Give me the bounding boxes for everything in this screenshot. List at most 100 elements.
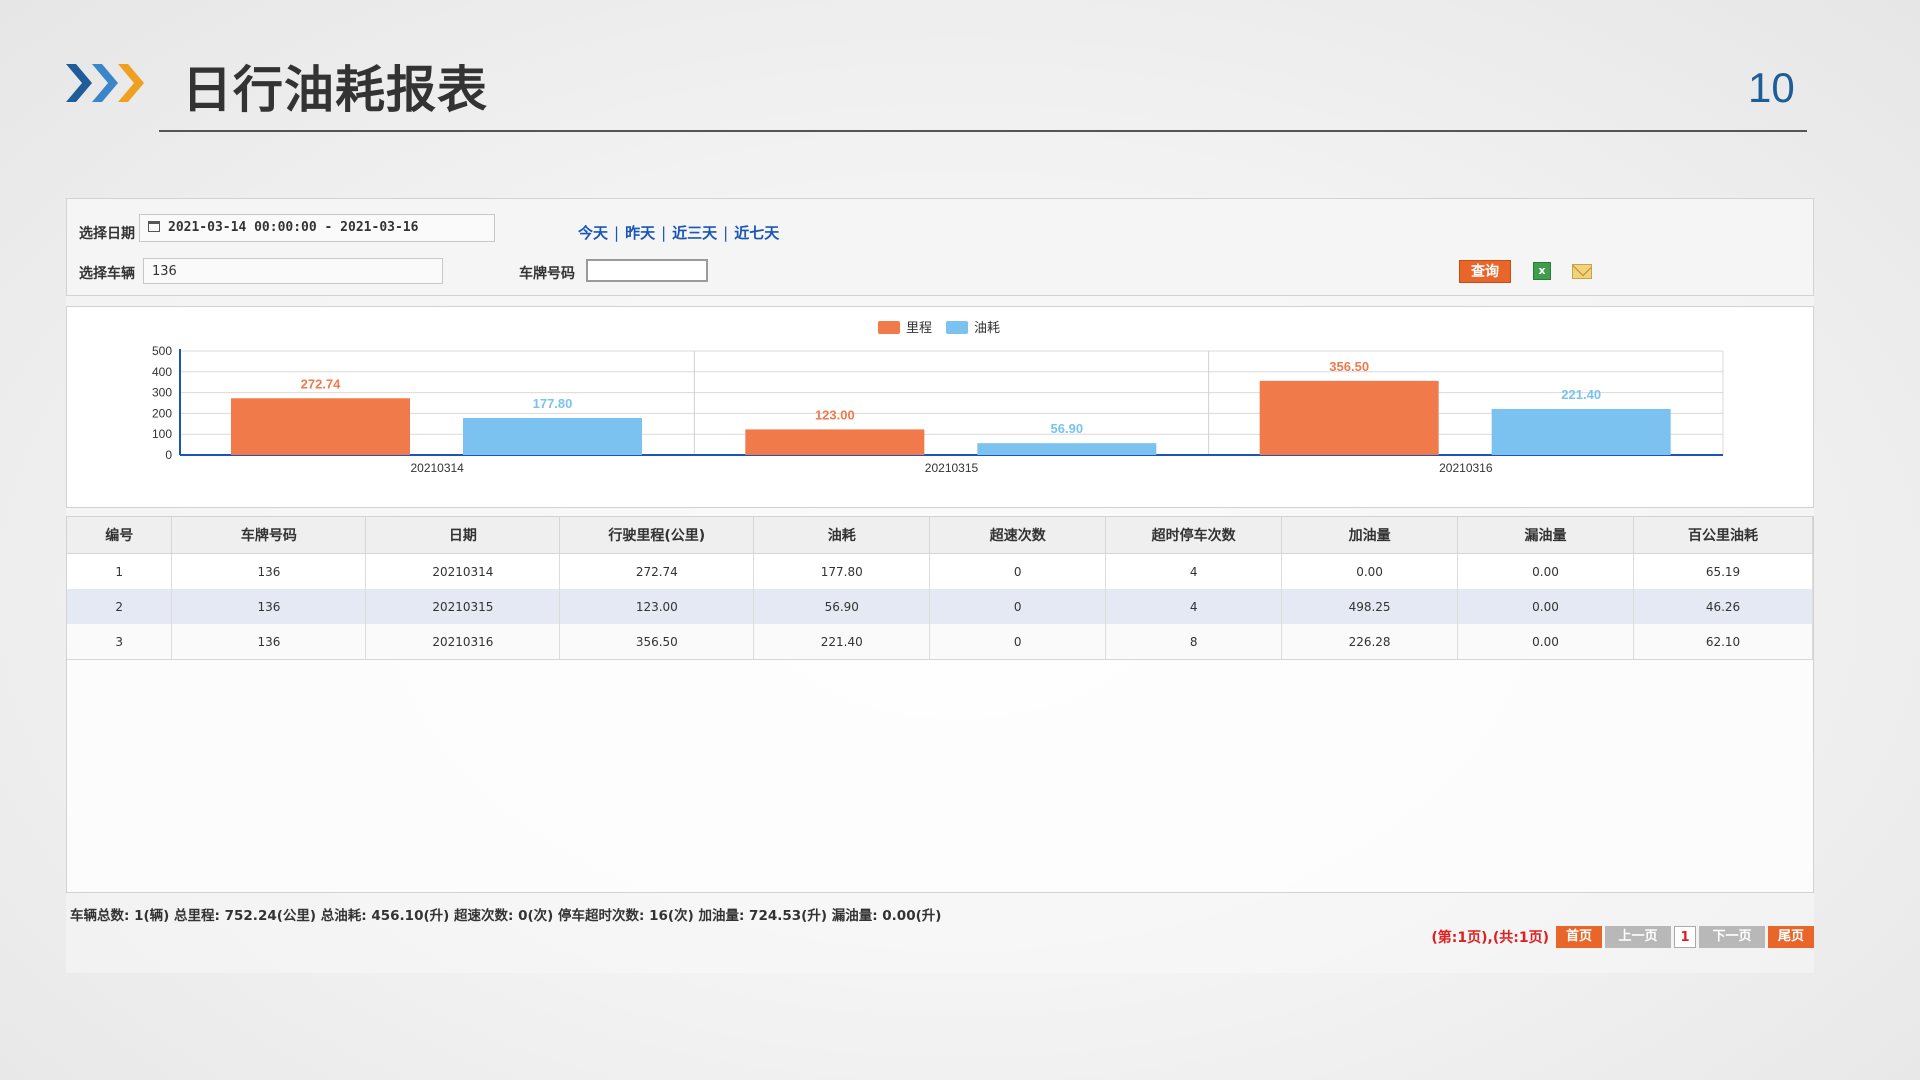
quick-range-links: 今天 | 昨天 | 近三天 | 近七天: [578, 224, 780, 242]
summary-text: 车辆总数: 1(辆) 总里程: 752.24(公里) 总油耗: 456.10(升…: [70, 908, 942, 924]
table-row[interactable]: 3 136 20210316 356.50 221.40 0 8 226.28 …: [67, 624, 1813, 660]
data-label: 56.90: [1051, 421, 1084, 436]
chevrons-icon: [66, 64, 144, 102]
quick-today-link[interactable]: 今天: [578, 224, 608, 242]
cell: 62.10: [1633, 624, 1813, 660]
cell: 0: [929, 553, 1107, 589]
slide-title: 日行油耗报表: [182, 61, 488, 119]
vehicle-label: 选择车辆: [79, 266, 135, 282]
cell: 0.00: [1281, 553, 1459, 589]
legend-swatch: [946, 321, 968, 334]
cell: 356.50: [559, 624, 755, 660]
date-range-field[interactable]: 2021-03-14 00:00:00 - 2021-03-16: [139, 214, 495, 242]
plate-input[interactable]: [586, 259, 708, 282]
x-tick-label: 20210314: [410, 461, 464, 475]
col-header-plate: 车牌号码: [171, 517, 367, 554]
bar: [977, 443, 1157, 455]
page-info: (第:1页),(共:1页): [1431, 930, 1549, 946]
bar: [463, 418, 642, 455]
x-tick-label: 20210316: [1439, 461, 1493, 475]
legend-swatch: [878, 321, 900, 334]
x-tick-label: 20210315: [925, 461, 979, 475]
table-row[interactable]: 2 136 20210315 123.00 56.90 0 4 498.25 0…: [67, 589, 1813, 624]
report-screenshot: 选择日期 2021-03-14 00:00:00 - 2021-03-16 今天…: [66, 198, 1814, 973]
cell: 8: [1105, 624, 1283, 660]
page-number: 10: [1748, 64, 1795, 111]
cell: 226.28: [1281, 624, 1459, 660]
cell: 272.74: [559, 553, 755, 589]
vehicle-field[interactable]: 136: [143, 258, 443, 284]
prev-page-button[interactable]: 上一页: [1605, 926, 1671, 948]
cell: 56.90: [753, 589, 931, 624]
col-header-per100km: 百公里油耗: [1633, 517, 1813, 554]
data-label: 177.80: [533, 396, 573, 411]
cell: 20210314: [365, 553, 561, 589]
col-header-fuel: 油耗: [753, 517, 931, 554]
cell: 498.25: [1281, 589, 1459, 624]
cell: 0.00: [1457, 553, 1634, 589]
col-header-overtime-parking: 超时停车次数: [1105, 517, 1283, 554]
cell: 20210316: [365, 624, 561, 660]
cell: 0: [929, 589, 1107, 624]
cell: 177.80: [753, 553, 931, 589]
cell: 2: [67, 589, 173, 624]
data-label: 272.74: [301, 376, 342, 391]
data-label: 123.00: [815, 407, 855, 422]
title-divider: [159, 130, 1807, 132]
cell: 1: [67, 553, 173, 589]
cell: 123.00: [559, 589, 755, 624]
chart-panel: 0 100 200 300 400 500 272.74 177.80 20210314 123.…: [66, 306, 1814, 508]
bar: [745, 429, 925, 455]
pagination: (第:1页),(共:1页) 首页 上一页 1 下一页 尾页: [1431, 926, 1814, 948]
current-page-button[interactable]: 1: [1674, 926, 1696, 948]
cell: 46.26: [1633, 589, 1813, 624]
y-tick-label: 200: [152, 406, 172, 420]
table-panel: 编号 车牌号码 日期 行驶里程(公里) 油耗 超速次数 超时停车次数 加油量 漏…: [66, 516, 1814, 893]
data-label: 356.50: [1329, 359, 1369, 374]
cell: 4: [1105, 553, 1283, 589]
cell: 136: [171, 624, 367, 660]
cell: 221.40: [753, 624, 931, 660]
col-header-date: 日期: [365, 517, 561, 554]
date-range-value: 2021-03-14 00:00:00 - 2021-03-16: [168, 220, 419, 235]
mileage-fuel-bar-chart: 0 100 200 300 400 500 272.74 177.80 20210314 123.…: [152, 321, 1724, 475]
y-tick-label: 500: [152, 344, 172, 358]
query-button[interactable]: 查询: [1459, 260, 1511, 283]
cell: 20210315: [365, 589, 561, 624]
plate-label: 车牌号码: [519, 266, 575, 282]
legend-label: 油耗: [974, 321, 1000, 336]
legend-label: 里程: [906, 321, 932, 336]
quick-three-days-link[interactable]: 近三天: [672, 224, 717, 242]
y-tick-label: 400: [152, 365, 172, 379]
col-header-speeding: 超速次数: [929, 517, 1107, 554]
bar: [1491, 408, 1671, 455]
y-tick-label: 100: [152, 427, 172, 441]
envelope-icon[interactable]: [1572, 264, 1592, 279]
col-header-id: 编号: [67, 517, 173, 554]
cell: 0.00: [1457, 624, 1634, 660]
data-label: 221.40: [1561, 387, 1601, 402]
y-tick-label: 300: [152, 386, 172, 400]
cell: 3: [67, 624, 173, 660]
table-header-row: 编号 车牌号码 日期 行驶里程(公里) 油耗 超速次数 超时停车次数 加油量 漏…: [67, 517, 1813, 554]
cell: 136: [171, 589, 367, 624]
col-header-leak: 漏油量: [1457, 517, 1634, 554]
bar: [231, 398, 410, 455]
cell: 0.00: [1457, 589, 1634, 624]
quick-seven-days-link[interactable]: 近七天: [734, 224, 779, 242]
bar: [1259, 380, 1439, 455]
first-page-button[interactable]: 首页: [1556, 926, 1602, 948]
y-tick-label: 0: [165, 448, 172, 462]
calendar-icon: [148, 221, 160, 232]
filter-panel: 选择日期 2021-03-14 00:00:00 - 2021-03-16 今天…: [66, 198, 1814, 296]
next-page-button[interactable]: 下一页: [1699, 926, 1765, 948]
table-row[interactable]: 1 136 20210314 272.74 177.80 0 4 0.00 0.…: [67, 553, 1813, 589]
quick-yesterday-link[interactable]: 昨天: [625, 224, 655, 242]
last-page-button[interactable]: 尾页: [1768, 926, 1814, 948]
col-header-mileage: 行驶里程(公里): [559, 517, 755, 554]
cell: 65.19: [1633, 553, 1813, 589]
cell: 0: [929, 624, 1107, 660]
cell: 136: [171, 553, 367, 589]
excel-icon[interactable]: x: [1533, 262, 1551, 280]
col-header-refuel: 加油量: [1281, 517, 1459, 554]
